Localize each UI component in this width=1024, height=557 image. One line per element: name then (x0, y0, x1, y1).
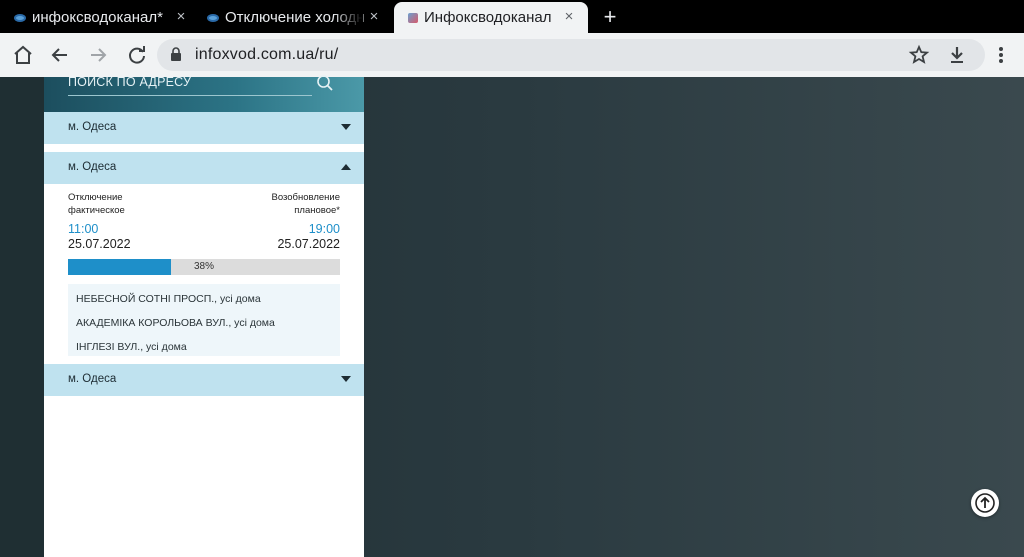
close-icon[interactable]: × (172, 8, 190, 26)
list-item: НЕБЕСНОЙ СОТНІ ПРОСП., усі дома (76, 293, 261, 305)
chevron-down-icon (341, 376, 351, 382)
outage-progress-bar: 38% (68, 259, 340, 275)
off-time: 11:00 (68, 222, 99, 236)
list-item: ІНГЛЕЗІ ВУЛ., усі дома (76, 341, 187, 353)
outage-panel: ПОИСК ПО АДРЕСУ м. Одеса м. Одеса Отключ… (44, 74, 364, 557)
forward-button[interactable] (86, 43, 110, 67)
street-list: НЕБЕСНОЙ СОТНІ ПРОСП., усі дома АКАДЕМІК… (68, 284, 340, 356)
browser-toolbar: infoxvod.com.ua/ru/ (0, 33, 1024, 77)
accordion-item-expanded[interactable]: м. Одеса (44, 152, 364, 184)
tab-infoxvod-active[interactable]: Инфоксводоканал × (394, 2, 588, 33)
tab-outage[interactable]: Отключение холодно × (193, 2, 393, 33)
accordion-label: м. Одеса (68, 121, 117, 133)
arrow-up-icon (975, 493, 995, 513)
eye-icon (207, 13, 219, 22)
back-button[interactable] (48, 43, 72, 67)
new-tab-button[interactable]: + (598, 5, 622, 29)
left-strip (0, 77, 44, 557)
home-icon (14, 45, 32, 64)
accordion-label: м. Одеса (68, 373, 117, 385)
accordion-label: м. Одеса (68, 161, 117, 173)
page-background: ПОИСК ПО АДРЕСУ м. Одеса м. Одеса Отключ… (0, 74, 1024, 557)
search-label: ПОИСК ПО АДРЕСУ (68, 75, 192, 89)
outage-off-label: Отключение фактическое (68, 192, 125, 216)
on-time: 19:00 (308, 222, 340, 236)
star-icon[interactable] (907, 43, 931, 67)
off-date: 25.07.2022 (68, 237, 131, 251)
reload-button[interactable] (125, 43, 149, 67)
on-date: 25.07.2022 (277, 237, 340, 251)
arrow-right-icon (91, 48, 107, 62)
address-bar[interactable]: infoxvod.com.ua/ru/ (157, 39, 985, 71)
search-icon[interactable] (316, 74, 334, 92)
chevron-down-icon (341, 124, 351, 130)
reload-icon (129, 46, 145, 64)
arrow-left-icon (51, 48, 67, 62)
address-search[interactable]: ПОИСК ПО АДРЕСУ (44, 74, 364, 112)
tab-infoxvod-1[interactable]: инфоксводоканал* × (0, 2, 200, 33)
home-button[interactable] (11, 43, 35, 67)
list-item: АКАДЕМІКА КОРОЛЬОВА ВУЛ., усі дома (76, 317, 275, 329)
progress-label: 38% (193, 261, 214, 272)
eye-icon (14, 13, 26, 22)
download-icon[interactable] (945, 43, 969, 67)
scroll-to-top-button[interactable] (971, 489, 999, 517)
close-icon[interactable]: × (560, 8, 578, 26)
more-vert-icon[interactable] (989, 43, 1013, 67)
browser-tab-strip: инфоксводоканал* × Отключение холодно × … (0, 0, 1024, 33)
url-text: infoxvod.com.ua/ru/ (195, 46, 339, 63)
site-logo-icon (408, 12, 418, 23)
accordion-item[interactable]: м. Одеса (44, 112, 364, 144)
search-underline (68, 95, 312, 96)
chevron-up-icon (341, 164, 351, 170)
close-icon[interactable]: × (365, 8, 383, 26)
lock-icon (171, 47, 181, 61)
outage-on-label: Возобновление плановое* (271, 192, 340, 216)
accordion-item[interactable]: м. Одеса (44, 364, 364, 396)
